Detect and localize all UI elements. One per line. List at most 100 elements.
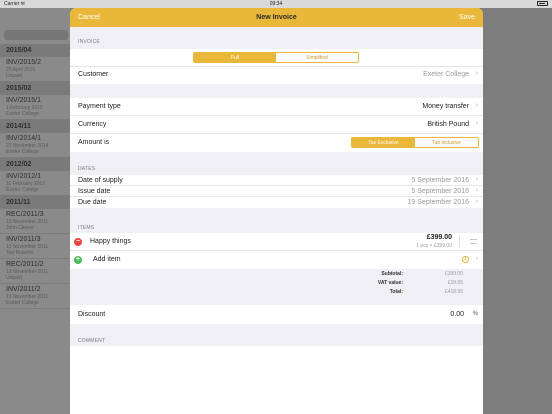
segment-tax-inclusive[interactable]: Tax Inclusive <box>415 138 478 147</box>
list-item-customer: Exeter College <box>6 111 39 117</box>
discount-input[interactable]: 0.00 <box>450 311 464 318</box>
item-count-badge: 1 <box>462 256 469 263</box>
vat-row: VAT value: £19.95 <box>70 279 483 288</box>
total-value: £418.95 <box>444 289 463 295</box>
list-group: 2012/02 INV/2012/1 11 February 2012 Exet… <box>0 158 70 196</box>
list-item-title: INV/2012/1 <box>6 173 42 180</box>
list-item: REC/2011/3 19 November 2011 John Cleese <box>0 209 70 234</box>
currency-value: British Pound <box>427 121 469 128</box>
percent-unit: % <box>472 311 478 317</box>
chevron-right-icon: › <box>475 198 478 205</box>
add-item-label: Add item <box>93 256 121 263</box>
nav-bar: Cancel New Invoice Save <box>70 8 483 27</box>
list-item: INV/2014/1 22 November 2014 Exeter Colle… <box>0 133 70 158</box>
total-row: Total: £418.95 <box>70 288 483 297</box>
add-item-row[interactable]: + Add item 1 › <box>70 251 483 269</box>
segment-full[interactable]: Full <box>194 53 276 62</box>
section-header-comment: COMMENT <box>78 338 106 344</box>
customer-row[interactable]: Customer Exeter College › <box>70 67 483 84</box>
add-item-icon[interactable]: + <box>74 256 82 264</box>
chevron-right-icon: › <box>475 120 478 127</box>
issue-date-value: 5 September 2016 <box>411 188 469 195</box>
date-of-supply-label: Date of supply <box>78 177 123 184</box>
issue-date-label: Issue date <box>78 188 111 195</box>
vat-label: VAT value: <box>377 280 403 286</box>
list-item-title: INV/2014/1 <box>6 135 42 142</box>
due-date-row[interactable]: Due date 19 September 2016 › <box>70 197 483 208</box>
delete-item-icon[interactable]: − <box>74 238 82 246</box>
status-bar: Carrier ✉ 09:34 <box>0 0 552 8</box>
vat-value: £19.95 <box>447 280 463 286</box>
divider <box>459 236 460 248</box>
discount-row[interactable]: Discount 0.00 % <box>70 305 483 324</box>
payment-type-label: Payment type <box>78 103 121 110</box>
due-date-label: Due date <box>78 199 107 206</box>
list-item-customer: Exeter College <box>6 187 39 193</box>
list-item: INV/2012/1 11 February 2012 Exeter Colle… <box>0 171 70 196</box>
invoice-card: Full Simplified Customer Exeter College … <box>70 49 483 84</box>
item-row[interactable]: − Happy things £399.00 1 pcs × £399.00 <box>70 233 483 251</box>
list-item-title: INV/2015/2 <box>6 59 42 66</box>
clock: 09:34 <box>269 1 283 7</box>
list-item-title: INV/2011/3 <box>6 236 41 243</box>
payment-card: Payment type Money transfer › Currency B… <box>70 98 483 152</box>
items-card: − Happy things £399.00 1 pcs × £399.00 +… <box>70 233 483 269</box>
group-header: 2011/11 <box>0 196 70 209</box>
amount-is-label: Amount is <box>78 139 110 146</box>
segment-tax-exclusive[interactable]: Tax Exclusive <box>352 138 415 147</box>
search-field <box>4 30 68 40</box>
payment-type-value: Money transfer <box>422 103 469 110</box>
section-header-invoice: INVOICE <box>78 39 100 45</box>
discount-label: Discount <box>78 311 106 318</box>
list-item-customer: Exeter College <box>6 149 39 155</box>
chevron-right-icon: › <box>475 70 478 77</box>
list-item: INV/2015/2 20 April 2015 Unpaid <box>0 57 70 82</box>
subtotal-value: £399.00 <box>444 271 463 277</box>
battery-icon <box>537 1 548 6</box>
currency-label: Currency <box>78 121 107 128</box>
comment-field[interactable] <box>70 346 483 414</box>
totals-block: Subtotal: £399.00 VAT value: £19.95 Tota… <box>70 270 483 297</box>
list-item-title: INV/2011/2 <box>6 286 41 293</box>
new-invoice-sheet: Cancel New Invoice Save INVOICE Full Sim… <box>70 8 483 414</box>
save-button[interactable]: Save <box>459 14 475 21</box>
list-item-customer: John Cleese <box>6 225 34 231</box>
invoice-list-background: 2015/04 INV/2015/2 20 April 2015 Unpaid … <box>0 8 70 414</box>
item-name: Happy things <box>90 238 131 245</box>
group-header: 2012/02 <box>0 158 70 171</box>
segment-simplified[interactable]: Simplified <box>276 53 358 62</box>
section-header-items: ITEMS <box>78 225 95 231</box>
payment-type-row[interactable]: Payment type Money transfer › <box>70 98 483 116</box>
dates-card: Date of supply 5 September 2016 › Issue … <box>70 175 483 208</box>
invoice-type-segment[interactable]: Full Simplified <box>193 52 359 63</box>
list-item: INV/2011/2 13 November 2011 Exeter Colle… <box>0 284 70 309</box>
list-item: REC/2011/2 12 November 2011 Unpaid <box>0 259 70 284</box>
date-of-supply-value: 5 September 2016 <box>411 177 469 184</box>
chevron-right-icon: › <box>475 102 478 109</box>
customer-value: Exeter College <box>423 71 469 78</box>
total-label: Total: <box>389 289 403 295</box>
currency-row[interactable]: Currency British Pound › <box>70 116 483 134</box>
reorder-handle-icon[interactable] <box>470 239 477 244</box>
chevron-right-icon: › <box>475 187 478 194</box>
date-of-supply-row[interactable]: Date of supply 5 September 2016 › <box>70 175 483 186</box>
list-item: INV/2015/1 1 February 2015 Exeter Colleg… <box>0 95 70 120</box>
list-item-customer: Unpaid <box>6 275 22 281</box>
customer-label: Customer <box>78 71 109 78</box>
list-group: 2015/04 INV/2015/2 20 April 2015 Unpaid <box>0 44 70 82</box>
list-item-customer: Exeter College <box>6 300 39 306</box>
list-item-customer: Unpaid <box>6 73 22 79</box>
invoice-type-row: Full Simplified <box>70 49 483 67</box>
list-item-title: REC/2011/3 <box>6 211 44 218</box>
group-header: 2014/11 <box>0 120 70 133</box>
list-group: 2014/11 INV/2014/1 22 November 2014 Exet… <box>0 120 70 158</box>
group-header: 2015/04 <box>0 44 70 57</box>
chevron-right-icon: › <box>475 176 478 183</box>
list-group: 2011/11 REC/2011/3 19 November 2011 John… <box>0 196 70 309</box>
page-title: New Invoice <box>256 14 297 21</box>
list-item-title: REC/2011/2 <box>6 261 44 268</box>
tax-mode-segment[interactable]: Tax Exclusive Tax Inclusive <box>351 137 479 148</box>
subtotal-label: Subtotal: <box>381 271 403 277</box>
discount-card: Discount 0.00 % <box>70 305 483 324</box>
issue-date-row[interactable]: Issue date 5 September 2016 › <box>70 186 483 197</box>
